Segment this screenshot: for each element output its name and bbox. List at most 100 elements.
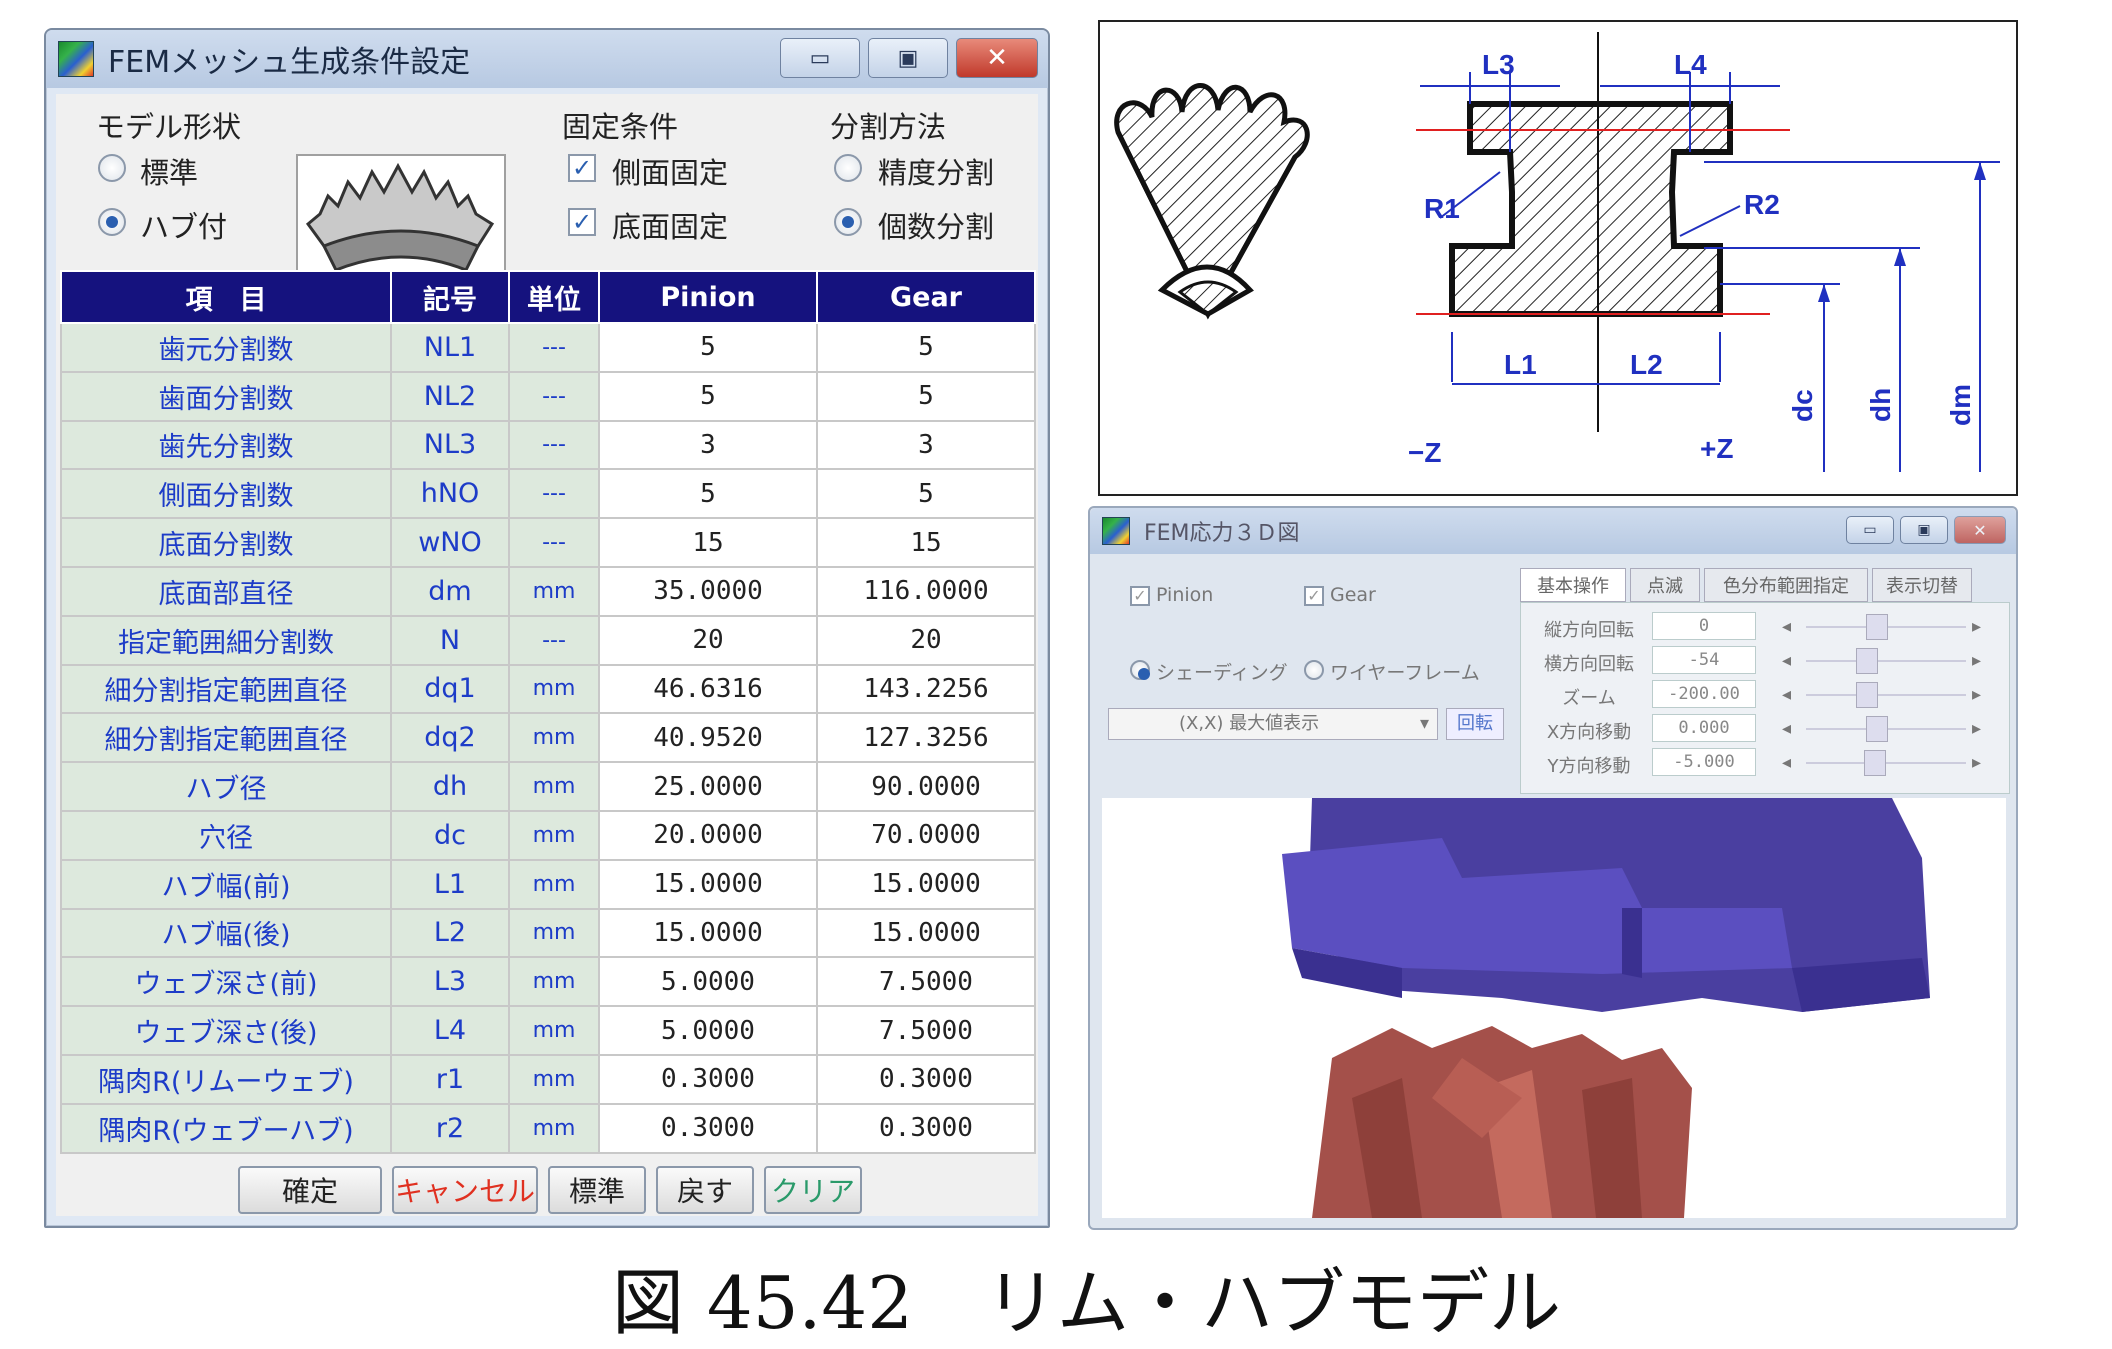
radio-precision-split-label: 精度分割 — [878, 156, 995, 190]
label-cell: hNO — [390, 468, 510, 520]
value-cell[interactable]: 5 — [816, 322, 1036, 373]
arrow-left-icon[interactable]: ◂ — [1782, 752, 1791, 773]
radio-count-split[interactable] — [834, 208, 862, 236]
value-cell[interactable]: 3 — [598, 419, 818, 471]
value-cell[interactable]: 40.9520 — [598, 712, 818, 764]
value-cell[interactable]: 3 — [816, 419, 1036, 471]
value-cell[interactable]: 0.3000 — [598, 1102, 818, 1154]
fem-slider-label: ズーム — [1562, 688, 1616, 709]
radio-hub[interactable] — [98, 208, 126, 236]
value-cell[interactable]: 15 — [816, 517, 1036, 568]
label-cell: mm — [508, 712, 600, 764]
fem-tab-basic[interactable]: 基本操作 — [1520, 568, 1626, 602]
fem-slider-value[interactable]: 0.000 — [1652, 714, 1756, 742]
figure-caption: 図 45.42 リム・ハブモデル — [612, 1261, 1562, 1345]
clear-button[interactable]: クリア — [764, 1166, 862, 1214]
fem-slider-track[interactable] — [1806, 694, 1966, 696]
radio-standard[interactable] — [98, 154, 126, 182]
radio-precision-split[interactable] — [834, 154, 862, 182]
fem-slider-value[interactable]: -5.000 — [1652, 748, 1756, 776]
value-cell[interactable]: 15 — [598, 517, 818, 568]
value-cell[interactable]: 20 — [598, 614, 818, 666]
value-cell[interactable]: 35.0000 — [598, 565, 818, 617]
fem-slider-thumb[interactable] — [1856, 682, 1878, 708]
value-cell[interactable]: 0.3000 — [598, 1053, 818, 1105]
check-bottom-fixed[interactable]: ✓ — [568, 208, 596, 236]
fem-tab-display[interactable]: 表示切替 — [1872, 568, 1972, 602]
fem-tab-blink[interactable]: 点滅 — [1630, 568, 1700, 602]
close-button[interactable]: ✕ — [956, 38, 1038, 78]
value-cell[interactable]: 20.0000 — [598, 809, 818, 861]
fem-rotate-button[interactable]: 回転 — [1446, 708, 1504, 740]
value-cell[interactable]: 15.0000 — [598, 907, 818, 959]
fem-3d-viewport[interactable] — [1102, 798, 2006, 1218]
ok-button[interactable]: 確定 — [238, 1166, 382, 1214]
fem-slider-track[interactable] — [1806, 660, 1966, 662]
check-side-fixed[interactable]: ✓ — [568, 154, 596, 182]
value-cell[interactable]: 5 — [816, 468, 1036, 520]
table-row: 指定範囲細分割数 N --- 20 20 — [60, 614, 1036, 666]
value-cell[interactable]: 116.0000 — [816, 565, 1036, 617]
standard-button[interactable]: 標準 — [548, 1166, 646, 1214]
value-cell[interactable]: 7.5000 — [816, 956, 1036, 1008]
arrow-right-icon[interactable]: ▸ — [1972, 752, 1981, 773]
chevron-down-icon: ▾ — [1419, 713, 1429, 734]
value-cell[interactable]: 5.0000 — [598, 956, 818, 1008]
fem-gear-check[interactable]: ✓ — [1304, 586, 1324, 606]
fem-minimize-button[interactable]: ▭ — [1846, 516, 1894, 544]
fem-pinion-check[interactable]: ✓ — [1130, 586, 1150, 606]
value-cell[interactable]: 70.0000 — [816, 809, 1036, 861]
arrow-left-icon[interactable]: ◂ — [1782, 616, 1791, 637]
fem-slider-thumb[interactable] — [1866, 716, 1888, 742]
value-cell[interactable]: 5 — [598, 370, 818, 422]
fem-tab-color-range[interactable]: 色分布範囲指定 — [1704, 568, 1868, 602]
fem-maximize-button[interactable]: ▣ — [1900, 516, 1948, 544]
title-bar[interactable]: FEMメッシュ生成条件設定 ▭ ▣ ✕ — [46, 30, 1048, 88]
fem-close-button[interactable]: ✕ — [1954, 516, 2006, 544]
value-cell[interactable]: 46.6316 — [598, 663, 818, 715]
arrow-left-icon[interactable]: ◂ — [1782, 650, 1791, 671]
fem-shading-radio[interactable] — [1130, 660, 1150, 680]
value-cell[interactable]: 20 — [816, 614, 1036, 666]
fem-slider-row: Y方向移動 -5.000 ◂ ▸ — [1526, 748, 2010, 780]
maximize-button[interactable]: ▣ — [868, 38, 948, 78]
table-row: 細分割指定範囲直径 dq1 mm 46.6316 143.2256 — [60, 663, 1036, 715]
value-cell[interactable]: 5 — [598, 468, 818, 520]
label-cell: NL1 — [390, 322, 510, 373]
fem-slider-thumb[interactable] — [1864, 750, 1886, 776]
fem-slider-thumb[interactable] — [1856, 648, 1878, 674]
rim-hub-diagram: L3 L4 R1 R2 L1 L2 −Z +Z dc dh dm — [1098, 20, 2018, 496]
fem-display-dropdown[interactable]: (X,X) 最大値表示 ▾ — [1108, 708, 1438, 740]
cancel-button[interactable]: キャンセル — [392, 1166, 538, 1214]
value-cell[interactable]: 15.0000 — [816, 858, 1036, 910]
fem-slider-thumb[interactable] — [1866, 614, 1888, 640]
fem-slider-value[interactable]: -54 — [1652, 646, 1756, 674]
value-cell[interactable]: 0.3000 — [816, 1102, 1036, 1154]
value-cell[interactable]: 5 — [598, 322, 818, 373]
label-cell: mm — [508, 761, 600, 812]
table-row: ハブ径 dh mm 25.0000 90.0000 — [60, 761, 1036, 812]
arrow-left-icon[interactable]: ◂ — [1782, 718, 1791, 739]
back-button[interactable]: 戻す — [656, 1166, 754, 1214]
value-cell[interactable]: 90.0000 — [816, 761, 1036, 812]
value-cell[interactable]: 5.0000 — [598, 1005, 818, 1056]
fem-slider-value[interactable]: 0 — [1652, 612, 1756, 640]
arrow-right-icon[interactable]: ▸ — [1972, 650, 1981, 671]
fem-slider-value[interactable]: -200.00 — [1652, 680, 1756, 708]
arrow-right-icon[interactable]: ▸ — [1972, 684, 1981, 705]
value-cell[interactable]: 15.0000 — [816, 907, 1036, 959]
arrow-right-icon[interactable]: ▸ — [1972, 718, 1981, 739]
value-cell[interactable]: 25.0000 — [598, 761, 818, 812]
value-cell[interactable]: 7.5000 — [816, 1005, 1036, 1056]
value-cell[interactable]: 143.2256 — [816, 663, 1036, 715]
value-cell[interactable]: 5 — [816, 370, 1036, 422]
value-cell[interactable]: 127.3256 — [816, 712, 1036, 764]
fem-title-bar[interactable]: FEM応力３Ｄ図 ▭ ▣ ✕ — [1090, 508, 2016, 554]
fem-slider-track[interactable] — [1806, 762, 1966, 764]
arrow-right-icon[interactable]: ▸ — [1972, 616, 1981, 637]
value-cell[interactable]: 0.3000 — [816, 1053, 1036, 1105]
value-cell[interactable]: 15.0000 — [598, 858, 818, 910]
fem-wireframe-radio[interactable] — [1304, 660, 1324, 680]
arrow-left-icon[interactable]: ◂ — [1782, 684, 1791, 705]
minimize-button[interactable]: ▭ — [780, 38, 860, 78]
